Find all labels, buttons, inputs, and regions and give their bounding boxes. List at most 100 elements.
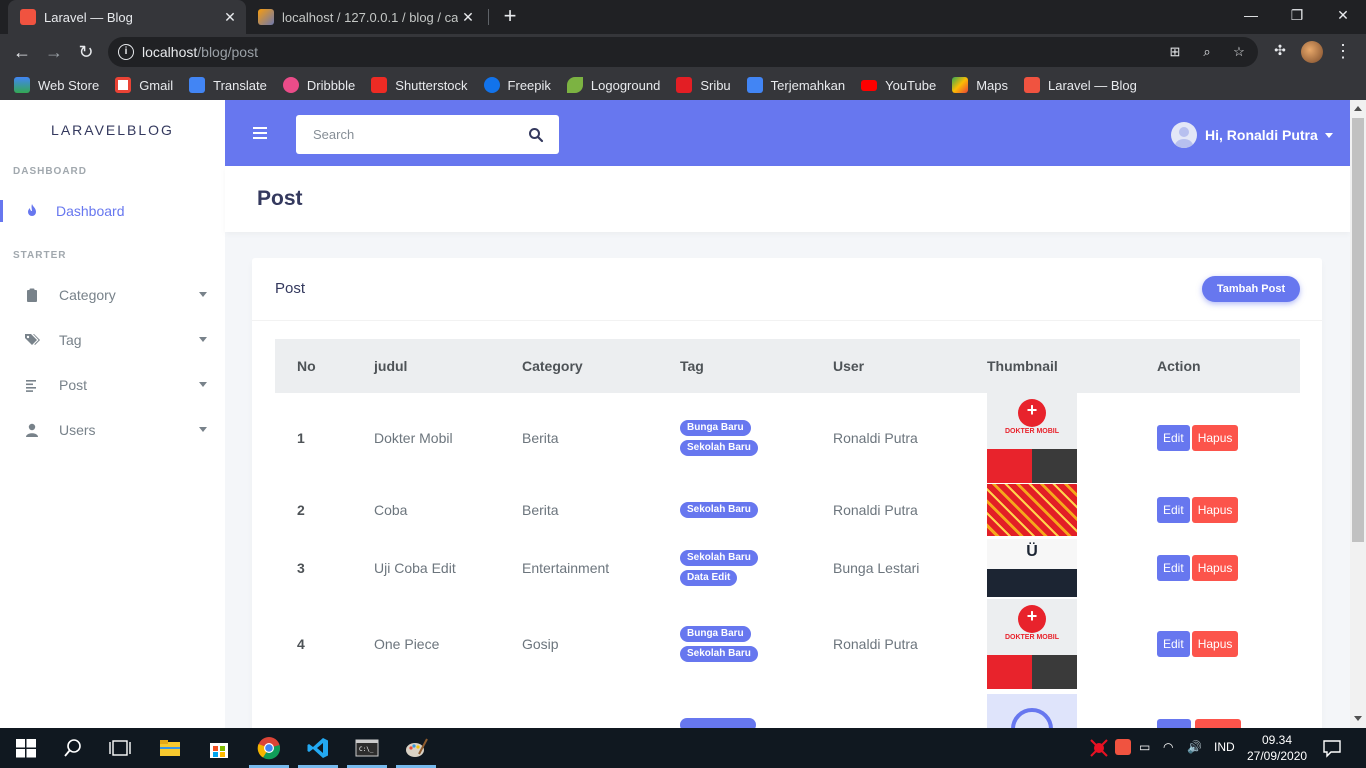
tag-badge: Data Edit bbox=[680, 570, 738, 586]
cell-no: 3 bbox=[297, 560, 305, 576]
scroll-thumb[interactable] bbox=[1352, 118, 1364, 542]
minimize-button[interactable]: — bbox=[1228, 0, 1274, 30]
tab-separator bbox=[488, 9, 489, 25]
table-header-row: No judul Category Tag User Thumbnail Act… bbox=[275, 339, 1300, 393]
delete-button[interactable]: Hapus bbox=[1191, 631, 1239, 657]
edit-button[interactable]: Edit bbox=[1157, 497, 1190, 523]
file-explorer-icon[interactable] bbox=[158, 736, 182, 760]
chrome-icon[interactable] bbox=[257, 736, 281, 760]
close-window-button[interactable]: ✕ bbox=[1320, 0, 1366, 30]
section-header: Post bbox=[225, 166, 1350, 232]
site-info-icon[interactable]: i bbox=[118, 44, 134, 60]
url-text[interactable]: localhost/blog/post bbox=[142, 44, 258, 60]
address-bar: ← → ↻ i localhost/blog/post ⊞ ⌕ ☆ ✣ ⋮ bbox=[0, 34, 1366, 70]
clock-time: 09.34 bbox=[1261, 733, 1293, 747]
bookmark-terjemahkan[interactable]: Terjemahkan bbox=[746, 77, 845, 93]
sidebar-item-category[interactable]: Category bbox=[0, 277, 225, 313]
cell-category: Berita bbox=[522, 502, 559, 518]
volume-icon[interactable]: 🔊 bbox=[1187, 740, 1202, 754]
close-tab-icon[interactable]: ✕ bbox=[220, 9, 240, 26]
zoom-icon[interactable]: ⌕ bbox=[1198, 43, 1216, 61]
page-scrollbar[interactable] bbox=[1350, 100, 1366, 728]
wifi-icon[interactable]: ◠ bbox=[1163, 740, 1173, 754]
bookmark-gmail[interactable]: Gmail bbox=[115, 77, 173, 93]
bookmark-sribu[interactable]: Sribu bbox=[676, 77, 731, 93]
add-post-button[interactable]: Tambah Post bbox=[1202, 276, 1300, 302]
cell-user: Ronaldi Putra bbox=[833, 430, 918, 446]
sidebar-item-tag[interactable]: Tag bbox=[0, 322, 225, 358]
task-view-icon[interactable] bbox=[108, 736, 132, 760]
tab-laravel-blog[interactable]: Laravel — Blog ✕ bbox=[8, 0, 246, 34]
scroll-up-arrow-icon[interactable] bbox=[1354, 106, 1362, 111]
sidebar-item-post[interactable]: Post bbox=[0, 367, 225, 403]
bookmark-dribbble[interactable]: Dribbble bbox=[282, 77, 355, 93]
reload-icon[interactable]: ↻ bbox=[73, 39, 99, 65]
battery-icon[interactable]: ▭ bbox=[1139, 740, 1150, 754]
brand-logo[interactable]: LARAVELBLOG bbox=[0, 122, 225, 138]
search-input[interactable] bbox=[296, 115, 521, 154]
input-language[interactable]: IND bbox=[1214, 740, 1235, 754]
bookmark-laravel-blog[interactable]: Laravel — Blog bbox=[1024, 77, 1137, 93]
omnibox[interactable]: i localhost/blog/post ⊞ ⌕ ☆ bbox=[108, 37, 1258, 67]
new-tab-button[interactable]: + bbox=[498, 4, 522, 30]
freepik-icon bbox=[483, 77, 500, 93]
terminal-icon[interactable]: C:\_ bbox=[355, 736, 379, 760]
user-dropdown[interactable]: Hi, Ronaldi Putra bbox=[1171, 122, 1333, 148]
paint-icon[interactable] bbox=[404, 736, 428, 760]
search-icon[interactable] bbox=[528, 127, 544, 143]
bookmark-maps[interactable]: Maps bbox=[952, 77, 1008, 93]
tag-badge: Bunga Baru bbox=[680, 420, 751, 436]
sidebar-item-users[interactable]: Users bbox=[0, 412, 225, 448]
cell-action: Edit Hapus bbox=[1157, 599, 1300, 689]
svg-text:C:\_: C:\_ bbox=[359, 746, 374, 753]
close-tab-icon[interactable]: ✕ bbox=[458, 9, 478, 26]
cell-tags: Sekolah Baru Data Edit bbox=[680, 537, 833, 599]
table-row: 2 Coba Berita Sekolah Baru Ronaldi Putra… bbox=[275, 483, 1300, 537]
cell-user: Ronaldi Putra bbox=[833, 502, 918, 518]
sidebar-item-dashboard[interactable]: Dashboard bbox=[0, 193, 225, 229]
cell-action: Edit Hapus bbox=[1157, 537, 1300, 599]
bookmark-logoground[interactable]: Logoground bbox=[566, 77, 660, 93]
delete-button[interactable]: Hapus bbox=[1191, 497, 1239, 523]
network-alert-icon[interactable] bbox=[1089, 738, 1109, 758]
bookmark-translate[interactable]: Translate bbox=[189, 77, 267, 93]
search-icon[interactable] bbox=[61, 736, 85, 760]
bookmark-web-store[interactable]: Web Store bbox=[14, 77, 99, 93]
extensions-puzzle-icon[interactable]: ✣ bbox=[1270, 42, 1290, 62]
hamburger-menu-icon[interactable] bbox=[253, 127, 267, 139]
cell-judul: Coba bbox=[374, 502, 408, 518]
tab-title: localhost / 127.0.0.1 / blog / cate bbox=[282, 9, 458, 25]
bookmark-freepik[interactable]: Freepik bbox=[483, 77, 551, 93]
xampp-tray-icon[interactable] bbox=[1115, 739, 1131, 755]
sidebar-item-label: Post bbox=[59, 377, 88, 393]
delete-button[interactable]: Hapus bbox=[1191, 425, 1239, 451]
back-arrow-icon[interactable]: ← bbox=[9, 39, 35, 65]
translate-icon bbox=[746, 77, 763, 93]
bookmark-youtube[interactable]: YouTube bbox=[861, 78, 936, 93]
forward-arrow-icon[interactable]: → bbox=[41, 39, 67, 65]
edit-button[interactable]: Edit bbox=[1157, 425, 1190, 451]
tab-phpmyadmin[interactable]: localhost / 127.0.0.1 / blog / cate ✕ bbox=[250, 0, 484, 34]
edit-button[interactable]: Edit bbox=[1157, 555, 1190, 581]
bookmark-shutterstock[interactable]: Shutterstock bbox=[371, 77, 468, 93]
bookmark-star-icon[interactable]: ☆ bbox=[1230, 43, 1248, 61]
notifications-icon[interactable] bbox=[1322, 738, 1342, 758]
system-clock[interactable]: 09.34 27/09/2020 bbox=[1247, 732, 1307, 764]
cell-thumbnail bbox=[987, 483, 1157, 537]
microsoft-store-icon[interactable] bbox=[207, 736, 231, 760]
edit-button[interactable]: Edit bbox=[1157, 631, 1190, 657]
windows-start-icon[interactable] bbox=[14, 736, 38, 760]
maximize-button[interactable]: ❐ bbox=[1274, 0, 1320, 30]
translate-page-icon[interactable]: ⊞ bbox=[1166, 43, 1184, 61]
table-row: 4 One Piece Gosip Bunga Baru Sekolah Bar… bbox=[275, 599, 1300, 689]
sribu-icon bbox=[676, 77, 693, 93]
delete-button[interactable]: Hapus bbox=[1191, 555, 1239, 581]
scroll-down-arrow-icon[interactable] bbox=[1354, 716, 1362, 721]
profile-avatar-icon[interactable] bbox=[1301, 41, 1323, 63]
sidebar-item-label: Tag bbox=[59, 332, 82, 348]
cell-judul: One Piece bbox=[374, 636, 440, 652]
active-indicator bbox=[0, 200, 3, 222]
user-icon bbox=[26, 423, 38, 437]
chrome-menu-icon[interactable]: ⋮ bbox=[1334, 39, 1352, 65]
vscode-icon[interactable] bbox=[306, 736, 330, 760]
